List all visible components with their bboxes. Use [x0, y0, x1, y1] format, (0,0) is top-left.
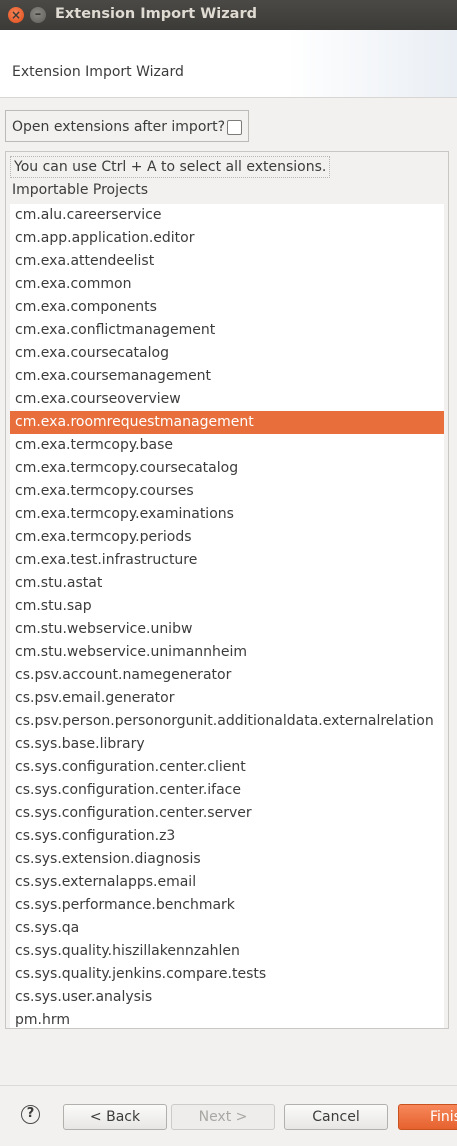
project-list-item[interactable]: cs.sys.qa [10, 917, 444, 940]
project-list-item[interactable]: cm.stu.webservice.unimannheim [10, 641, 444, 664]
project-list-item[interactable]: cs.sys.configuration.center.server [10, 802, 444, 825]
project-list-item[interactable]: cm.stu.sap [10, 595, 444, 618]
project-list-item[interactable]: cs.sys.quality.jenkins.compare.tests [10, 963, 444, 986]
project-list-item[interactable]: cm.exa.components [10, 296, 444, 319]
header-banner [287, 30, 457, 97]
open-after-import-label: Open extensions after import? [12, 119, 226, 135]
project-list-item[interactable]: cm.exa.termcopy.examinations [10, 503, 444, 526]
project-list-item[interactable]: cm.exa.coursecatalog [10, 342, 444, 365]
open-after-import-option: Open extensions after import? [5, 110, 249, 142]
project-list-item[interactable]: cs.sys.externalapps.email [10, 871, 444, 894]
select-all-hint: You can use Ctrl + A to select all exten… [10, 156, 331, 178]
window-minimize-button[interactable]: – [30, 7, 46, 23]
project-list-item[interactable]: cm.exa.test.infrastructure [10, 549, 444, 572]
wizard-header: Extension Import Wizard [0, 30, 457, 98]
project-list-item[interactable]: cs.psv.account.namegenerator [10, 664, 444, 687]
project-list-item[interactable]: cs.sys.base.library [10, 733, 444, 756]
project-list-item[interactable]: cm.app.application.editor [10, 227, 444, 250]
window-title: Extension Import Wizard [55, 6, 257, 22]
footer-separator [0, 1085, 457, 1086]
project-list-item[interactable]: cm.exa.courseoverview [10, 388, 444, 411]
project-list-item[interactable]: cm.exa.common [10, 273, 444, 296]
wizard-page-title: Extension Import Wizard [12, 64, 184, 80]
project-list-item[interactable]: cm.exa.attendeelist [10, 250, 444, 273]
window-close-button[interactable]: × [8, 7, 24, 23]
project-list-item[interactable]: cs.psv.person.personorgunit.additionalda… [10, 710, 444, 733]
project-list-item[interactable]: cs.sys.performance.benchmark [10, 894, 444, 917]
project-list-item[interactable]: cm.exa.coursemanagement [10, 365, 444, 388]
project-list-item[interactable]: cs.sys.configuration.z3 [10, 825, 444, 848]
project-list-item[interactable]: cs.sys.quality.hiszillakennzahlen [10, 940, 444, 963]
project-list-item[interactable]: cm.alu.careerservice [10, 204, 444, 227]
project-list-item[interactable]: cs.sys.user.analysis [10, 986, 444, 1009]
project-list-item[interactable]: cm.stu.webservice.unibw [10, 618, 444, 641]
importable-projects-label: Importable Projects [12, 182, 149, 198]
help-icon[interactable]: ? [21, 1105, 40, 1124]
finish-button[interactable]: Finish [398, 1104, 457, 1130]
open-after-import-checkbox[interactable] [227, 120, 242, 135]
project-list-item[interactable]: cm.exa.roomrequestmanagement [10, 411, 444, 434]
project-list-item[interactable]: cs.sys.extension.diagnosis [10, 848, 444, 871]
project-list-item[interactable]: cm.exa.termcopy.courses [10, 480, 444, 503]
project-list-item[interactable]: cm.stu.astat [10, 572, 444, 595]
project-list-item[interactable]: cs.psv.email.generator [10, 687, 444, 710]
next-button[interactable]: Next > [171, 1104, 275, 1130]
project-list-item[interactable]: cm.exa.termcopy.coursecatalog [10, 457, 444, 480]
project-list-item[interactable]: cm.exa.termcopy.base [10, 434, 444, 457]
project-list-item[interactable]: cm.exa.termcopy.periods [10, 526, 444, 549]
importable-projects-list[interactable]: cm.alu.careerservice cm.app.application.e… [10, 204, 444, 1028]
back-button[interactable]: < Back [63, 1104, 167, 1130]
window-titlebar: × – Extension Import Wizard [0, 0, 457, 30]
cancel-button[interactable]: Cancel [284, 1104, 388, 1130]
project-list-item[interactable]: pm.hrm [10, 1009, 444, 1028]
project-list-item[interactable]: cs.sys.configuration.center.client [10, 756, 444, 779]
project-list-item[interactable]: cs.sys.configuration.center.iface [10, 779, 444, 802]
project-list-item[interactable]: cm.exa.conflictmanagement [10, 319, 444, 342]
